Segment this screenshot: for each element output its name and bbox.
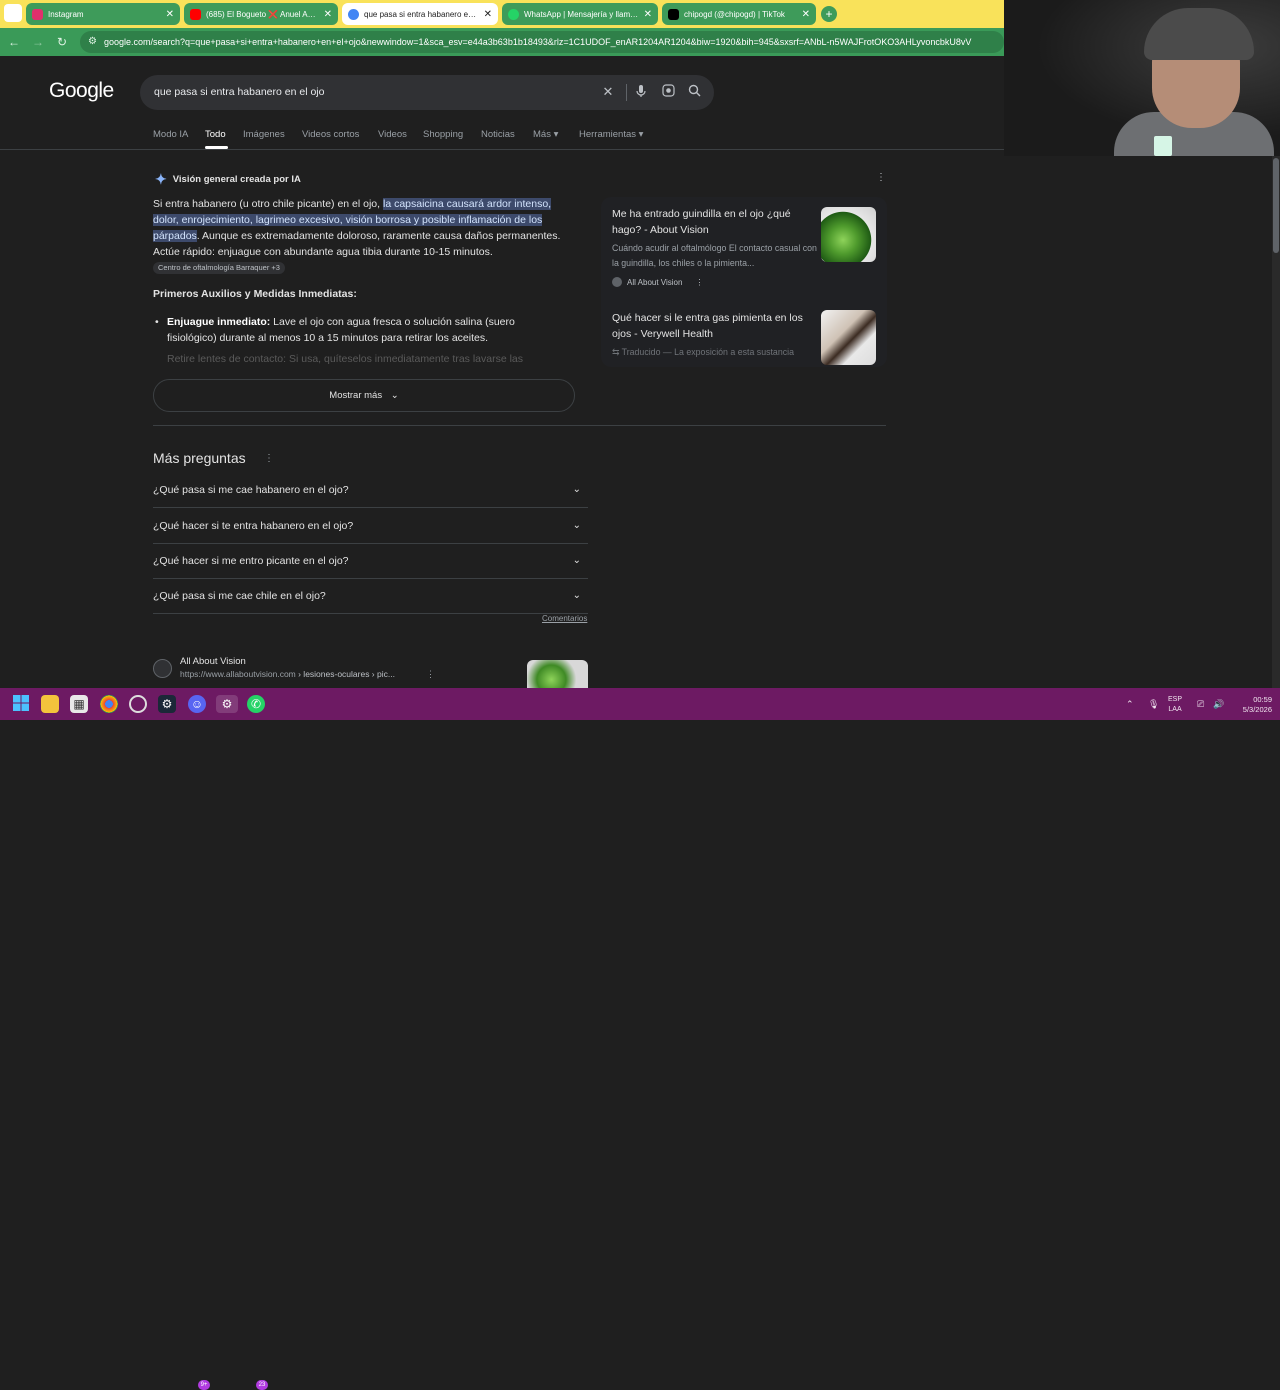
tab-tiktok[interactable]: chipogd (@chipogd) | TikTok ✕ bbox=[662, 3, 816, 25]
discord-icon[interactable]: ☺ bbox=[188, 695, 206, 713]
paa-heading: Más preguntas bbox=[153, 450, 246, 466]
tab-noticias[interactable]: Noticias bbox=[481, 129, 515, 140]
card-thumbnail-eye[interactable] bbox=[821, 310, 876, 365]
obs-icon[interactable] bbox=[129, 695, 147, 713]
tab-google-search[interactable]: que pasa si entra habanero en ... ✕ bbox=[342, 3, 498, 25]
windows-start-icon[interactable] bbox=[12, 695, 30, 713]
source-chip[interactable]: Centro de oftalmología Barraquer +3 bbox=[153, 262, 285, 274]
speaker-icon[interactable]: 🔊 bbox=[1213, 699, 1224, 710]
card-menu-icon[interactable]: ⋮ bbox=[695, 278, 703, 287]
ai-overview-menu-icon[interactable]: ⋮ bbox=[876, 172, 886, 183]
tab-videos-cortos[interactable]: Videos cortos bbox=[302, 129, 359, 140]
show-more-button[interactable]: Mostrar más ⌄ bbox=[153, 379, 575, 412]
header-divider bbox=[0, 149, 1004, 150]
youtube-icon bbox=[190, 8, 201, 20]
tiktok-icon bbox=[668, 8, 679, 20]
search-box[interactable]: que pasa si entra habanero en el ojo ✕ bbox=[140, 75, 714, 110]
result-thumbnail[interactable] bbox=[527, 660, 588, 688]
tab-modo-ia[interactable]: Modo IA bbox=[153, 129, 188, 140]
tab-herramientas[interactable]: Herramientas ▾ bbox=[579, 129, 643, 140]
address-bar[interactable]: ⚙ google.com/search?q=que+pasa+si+entra+… bbox=[80, 31, 1004, 53]
close-tab-icon[interactable]: ✕ bbox=[484, 9, 492, 20]
site-info-icon[interactable]: ⚙ bbox=[88, 31, 97, 53]
new-tab-button[interactable]: + bbox=[821, 6, 837, 22]
chrome-icon[interactable] bbox=[100, 695, 118, 713]
chevron-down-icon: ⌄ bbox=[390, 390, 399, 401]
tab-videos[interactable]: Videos bbox=[378, 129, 407, 140]
back-icon[interactable]: ← bbox=[6, 34, 22, 50]
ai-overview-header: ✦ Visión general creada por IA bbox=[155, 171, 301, 187]
close-tab-icon[interactable]: ✕ bbox=[166, 9, 174, 20]
language-indicator[interactable]: ESP LAA bbox=[1168, 695, 1182, 715]
close-tab-icon[interactable]: ✕ bbox=[802, 9, 810, 20]
section-divider bbox=[153, 425, 886, 426]
feedback-link[interactable]: Comentarios bbox=[542, 614, 587, 623]
tab-imagenes[interactable]: Imágenes bbox=[243, 129, 285, 140]
taskbar: ▦ ⚙ ☺ 9+ ⚙ ✆ 23 ⌃ 🎙 ⎚ 🔊 bbox=[0, 688, 1280, 1390]
close-tab-icon[interactable]: ✕ bbox=[644, 9, 652, 20]
reload-icon[interactable]: ↻ bbox=[54, 34, 70, 50]
google-logo[interactable]: Google bbox=[49, 79, 114, 103]
chevron-down-icon: ⌄ bbox=[572, 590, 581, 601]
source-card[interactable]: Me ha entrado guindilla en el ojo ¿qué h… bbox=[612, 206, 822, 287]
notification-badge: 23 bbox=[256, 1380, 268, 1390]
tab-todo[interactable]: Todo bbox=[205, 129, 226, 140]
result-site-name[interactable]: All About Vision bbox=[180, 656, 246, 667]
chevron-down-icon: ⌄ bbox=[572, 555, 581, 566]
source-card[interactable]: Qué hacer si le entra gas pimienta en lo… bbox=[612, 310, 822, 366]
scrollbar-thumb[interactable] bbox=[1273, 158, 1279, 253]
result-favicon-icon bbox=[153, 659, 172, 678]
store-icon[interactable]: ▦ bbox=[70, 695, 88, 713]
card-thumbnail-peppers[interactable] bbox=[821, 207, 876, 262]
tab-whatsapp[interactable]: WhatsApp | Mensajería y llama... ✕ bbox=[502, 3, 658, 25]
tab-instagram[interactable]: Instagram ✕ bbox=[26, 3, 180, 25]
ai-bullet-item: Enjuague inmediato: Lave el ojo con agua… bbox=[155, 314, 567, 346]
lens-icon[interactable] bbox=[660, 84, 676, 100]
google-icon bbox=[348, 8, 359, 20]
paa-question[interactable]: ¿Qué pasa si me cae chile en el ojo? ⌄ bbox=[153, 579, 588, 614]
microphone-icon[interactable] bbox=[633, 84, 649, 100]
tab-youtube[interactable]: (685) El Bogueto ❌ Anuel AA ... ✕ bbox=[184, 3, 338, 25]
translate-icon: ⇆ bbox=[612, 347, 620, 357]
microphone-icon[interactable]: 🎙 bbox=[1148, 699, 1159, 710]
whatsapp-icon bbox=[508, 8, 519, 20]
sparkle-icon: ✦ bbox=[155, 171, 167, 187]
browser-menu-icon[interactable] bbox=[4, 4, 22, 22]
search-icon[interactable] bbox=[686, 84, 702, 100]
search-input[interactable]: que pasa si entra habanero en el ojo bbox=[154, 75, 324, 110]
ai-faded-text: Retire lentes de contacto: Si usa, quíte… bbox=[167, 353, 524, 365]
network-icon[interactable]: ⎚ bbox=[1197, 699, 1204, 710]
tab-shopping[interactable]: Shopping bbox=[423, 129, 463, 140]
paa-menu-icon[interactable]: ⋮ bbox=[264, 453, 274, 464]
close-tab-icon[interactable]: ✕ bbox=[324, 9, 332, 20]
ai-overview-text: Si entra habanero (u otro chile picante)… bbox=[153, 198, 561, 274]
whatsapp-icon[interactable]: ✆ bbox=[247, 695, 265, 713]
paa-question[interactable]: ¿Qué hacer si me entro picante en el ojo… bbox=[153, 544, 588, 579]
page-scrollbar[interactable] bbox=[1272, 156, 1280, 688]
tab-mas[interactable]: Más ▾ bbox=[533, 129, 558, 140]
result-url[interactable]: https://www.allaboutvision.com › lesione… bbox=[180, 669, 395, 679]
result-menu-icon[interactable]: ⋮ bbox=[426, 669, 435, 680]
instagram-icon bbox=[32, 8, 43, 20]
clear-icon[interactable]: ✕ bbox=[600, 84, 616, 100]
site-favicon-icon bbox=[612, 277, 622, 287]
webcam-overlay bbox=[1004, 0, 1280, 156]
chevron-down-icon: ⌄ bbox=[572, 520, 581, 531]
chevron-up-icon[interactable]: ⌃ bbox=[1126, 699, 1134, 710]
chevron-down-icon: ⌄ bbox=[572, 484, 581, 495]
ai-subheading: Primeros Auxilios y Medidas Inmediatas: bbox=[153, 288, 357, 300]
notification-badge: 9+ bbox=[198, 1380, 210, 1390]
url-text: google.com/search?q=que+pasa+si+entra+ha… bbox=[104, 37, 972, 47]
paa-question[interactable]: ¿Qué pasa si me cae habanero en el ojo? … bbox=[153, 473, 588, 508]
forward-icon[interactable]: → bbox=[30, 34, 46, 50]
system-clock[interactable]: 00:59 5/3/2026 bbox=[1232, 695, 1272, 715]
paa-question[interactable]: ¿Qué hacer si te entra habanero en el oj… bbox=[153, 509, 588, 544]
steam-icon[interactable]: ⚙ bbox=[158, 695, 176, 713]
file-explorer-icon[interactable] bbox=[41, 695, 59, 713]
steam-app-icon[interactable]: ⚙ bbox=[216, 695, 238, 713]
